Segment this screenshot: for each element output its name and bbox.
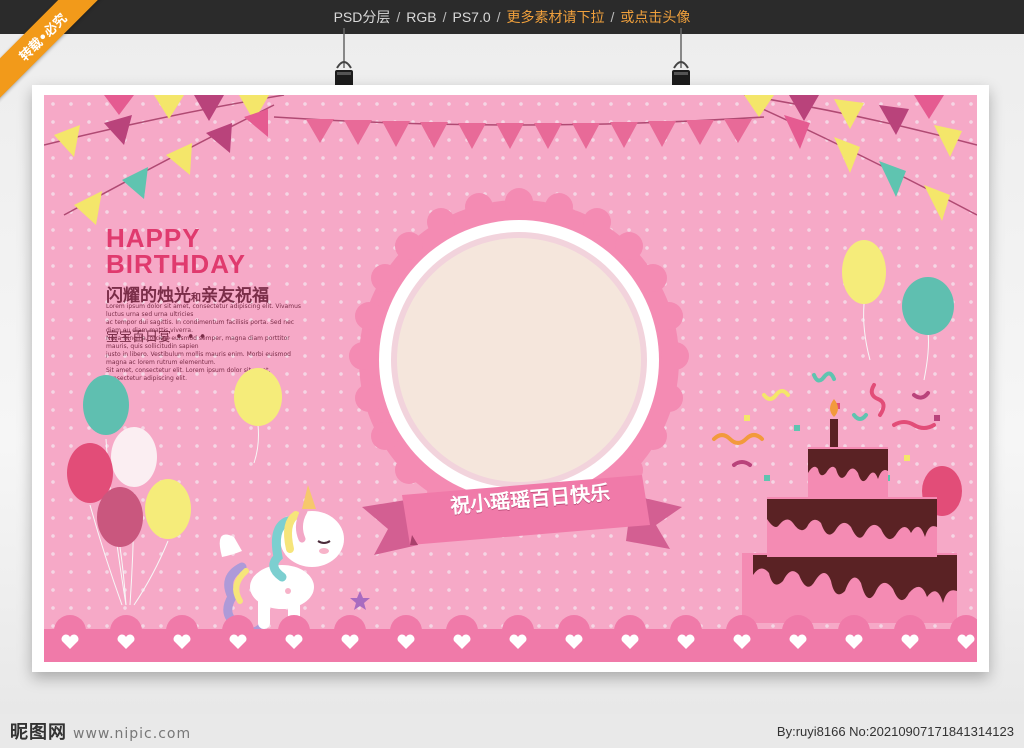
- site-url[interactable]: www.nipic.com: [73, 726, 191, 742]
- candle-flame-icon: [830, 399, 838, 417]
- image-id: By:ruyi8166 No:20210907171841314123: [776, 723, 1014, 739]
- separator: /: [442, 9, 447, 25]
- star-icon: [350, 591, 370, 610]
- separator: /: [396, 9, 401, 25]
- more-materials-link[interactable]: 更多素材请下拉: [507, 7, 605, 27]
- balloon-yellow-single: [234, 368, 282, 464]
- balloon: [145, 479, 191, 539]
- birthday-poster: HAPPY BIRTHDAY 闪耀的烛光和亲友祝福 Lorem ipsum do…: [32, 85, 989, 672]
- feast-label: 宝宝百日宴 • • •: [106, 330, 207, 345]
- balloon: [97, 487, 143, 547]
- balloon-cluster-left: [67, 375, 191, 606]
- balloon: [83, 375, 129, 435]
- balloon: [111, 427, 157, 487]
- rgb-label: RGB: [406, 9, 437, 25]
- hearts-border: [44, 615, 977, 662]
- lorem-line: Lorem ipsum dolor sit amet, consectetur …: [106, 303, 301, 318]
- separator: /: [610, 9, 615, 25]
- site-logo: 昵图网: [10, 722, 67, 743]
- psd-label: PSD分层: [333, 9, 391, 25]
- happy-title: HAPPY: [106, 223, 201, 253]
- avatar-link[interactable]: 或点击头像: [620, 7, 690, 27]
- ps-version-label: PS7.0: [452, 9, 491, 25]
- top-info-bar: PSD分层 / RGB / PS7.0 / 更多素材请下拉 / 或点击头像: [0, 0, 1024, 34]
- watermark-bar: 昵图网 www.nipic.com By:ruyi8166 No:20210907…: [0, 714, 1024, 748]
- poster-canvas: HAPPY BIRTHDAY 闪耀的烛光和亲友祝福 Lorem ipsum do…: [44, 95, 977, 662]
- site-watermark: 昵图网 www.nipic.com: [10, 718, 191, 744]
- separator: /: [496, 9, 501, 25]
- photo-placeholder[interactable]: [397, 238, 641, 482]
- birthday-title: BIRTHDAY: [106, 249, 246, 279]
